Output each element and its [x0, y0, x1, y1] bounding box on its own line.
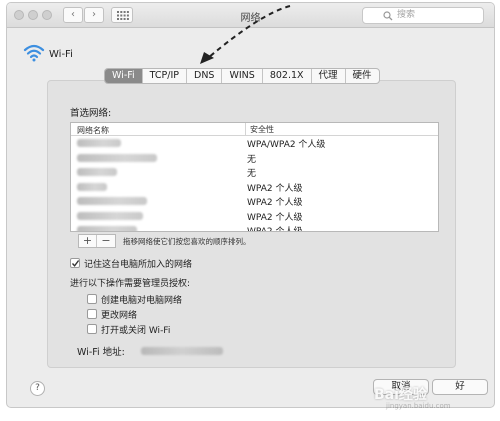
toggle-wifi-checkbox[interactable]: [87, 324, 97, 334]
security-cell: WPA2 个人级: [247, 227, 303, 232]
search-placeholder: 搜索: [397, 10, 416, 20]
tab-8021x[interactable]: 802.1X: [263, 69, 312, 83]
redacted-network-name: [77, 168, 117, 176]
interface-name: Wi-Fi: [49, 49, 73, 60]
tab-wifi[interactable]: Wi-Fi: [105, 69, 143, 83]
watermark-url: jingyan.baidu.com: [386, 402, 451, 410]
redacted-network-name: [77, 139, 121, 147]
checkmark-icon: [71, 260, 80, 267]
security-cell: 无: [247, 154, 257, 165]
table-row[interactable]: 无: [71, 165, 438, 180]
table-header: 网络名称 安全性: [71, 123, 438, 136]
redacted-network-name: [77, 211, 143, 220]
help-button[interactable]: ?: [30, 381, 45, 396]
list-edit-controls: + −: [78, 234, 116, 248]
redacted-mac-address: [141, 347, 223, 355]
redacted-network-name: [77, 153, 157, 162]
search-input[interactable]: 搜索: [362, 7, 484, 24]
watermark-logo: Bai经验: [374, 387, 427, 403]
admin-auth-label: 进行以下操作需要管理员授权:: [70, 279, 191, 289]
tab-dns[interactable]: DNS: [187, 69, 223, 83]
security-cell: 无: [247, 169, 257, 179]
remember-networks-label: 记住这台电脑所加入的网络: [84, 260, 193, 270]
remember-networks-checkbox[interactable]: [70, 258, 80, 268]
security-cell: WPA/WPA2 个人级: [247, 140, 326, 150]
change-networks-label: 更改网络: [101, 311, 138, 321]
remove-network-button[interactable]: −: [97, 235, 115, 247]
tab-bar: Wi-Fi TCP/IP DNS WINS 802.1X 代理 硬件: [104, 68, 380, 84]
create-adhoc-checkbox[interactable]: [87, 294, 97, 304]
redacted-network-name: [77, 182, 107, 191]
search-icon: [383, 11, 393, 21]
table-row[interactable]: WPA2 个人级: [71, 209, 438, 224]
security-cell: WPA2 个人级: [247, 198, 303, 208]
table-row[interactable]: 无: [71, 151, 438, 166]
preferred-networks-table[interactable]: 网络名称 安全性 WPA/WPA2 个人级 无 无 WPA2 个人级 WPA2 …: [70, 122, 439, 232]
table-row[interactable]: WPA2 个人级: [71, 223, 438, 232]
column-header-name[interactable]: 网络名称: [77, 125, 109, 136]
add-network-button[interactable]: +: [79, 235, 97, 247]
annotation-arrow: [200, 5, 291, 64]
table-row[interactable]: WPA/WPA2 个人级: [71, 136, 438, 151]
preferred-networks-label: 首选网络:: [70, 108, 112, 119]
security-cell: WPA2 个人级: [247, 212, 303, 223]
reorder-hint: 拖移网络使它们按您喜欢的顺序排列。: [123, 237, 251, 246]
tab-wins[interactable]: WINS: [222, 69, 263, 83]
table-row[interactable]: WPA2 个人级: [71, 194, 438, 209]
wifi-icon: [23, 44, 45, 62]
ok-button[interactable]: 好: [432, 379, 488, 395]
toggle-wifi-label: 打开或关闭 Wi-Fi: [101, 326, 171, 336]
column-header-security[interactable]: 安全性: [245, 123, 274, 136]
security-cell: WPA2 个人级: [247, 183, 303, 194]
create-adhoc-label: 创建电脑对电脑网络: [101, 296, 183, 306]
tab-tcpip[interactable]: TCP/IP: [143, 69, 188, 83]
redacted-network-name: [77, 226, 137, 231]
tab-proxy[interactable]: 代理: [312, 69, 346, 83]
table-row[interactable]: WPA2 个人级: [71, 180, 438, 195]
wifi-address-label: Wi-Fi 地址:: [77, 347, 125, 358]
redacted-network-name: [77, 197, 147, 205]
tab-hardware[interactable]: 硬件: [346, 69, 379, 83]
change-networks-checkbox[interactable]: [87, 309, 97, 319]
